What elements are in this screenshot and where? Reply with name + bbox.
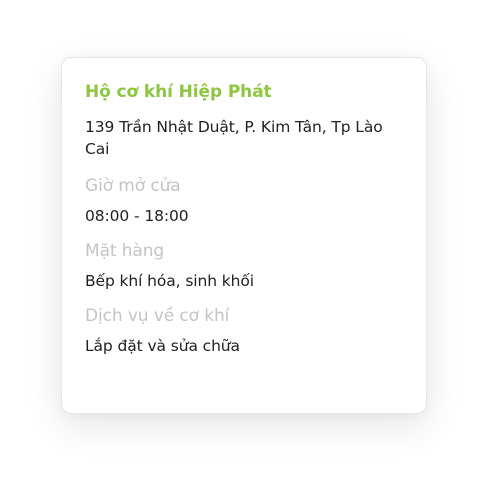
opening-hours-label: Giờ mở cửa <box>85 176 181 196</box>
services-label: Dịch vụ về cơ khí <box>85 306 230 326</box>
opening-hours-value: 08:00 - 18:00 <box>85 207 189 225</box>
products-label: Mặt hàng <box>85 241 165 261</box>
page: Hộ cơ khí Hiệp Phát 139 Trần Nhật Duật, … <box>0 0 488 480</box>
products-value: Bếp khí hóa, sinh khối <box>85 272 254 290</box>
business-address: 139 Trần Nhật Duật, P. Kim Tân, Tp Lào C… <box>85 118 383 158</box>
services-value: Lắp đặt và sửa chữa <box>85 337 240 355</box>
business-name: Hộ cơ khí Hiệp Phát <box>85 82 272 102</box>
business-info-card: Hộ cơ khí Hiệp Phát 139 Trần Nhật Duật, … <box>61 57 427 414</box>
